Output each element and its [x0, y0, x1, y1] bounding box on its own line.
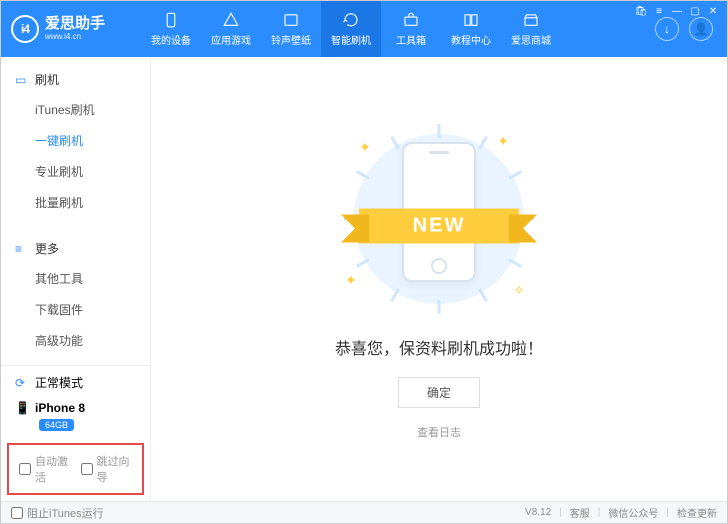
check-update-link[interactable]: 检查更新: [677, 505, 717, 520]
device-info[interactable]: 📱 iPhone 8 64GB: [1, 399, 150, 439]
sidebar-item-download-fw[interactable]: 下载固件: [1, 294, 150, 325]
flash-icon: ▭: [15, 73, 29, 87]
cart-icon[interactable]: 🛍: [634, 4, 648, 18]
skip-wizard-checkbox[interactable]: 跳过向导: [81, 453, 133, 485]
sidebar-item-oneclick-flash[interactable]: 一键刷机: [1, 125, 150, 156]
main-content: NEW ✦ ✦ ✦ ✧ 恭喜您，保资料刷机成功啦！ 确定 查看日志: [151, 57, 727, 501]
block-itunes-checkbox[interactable]: 阻止iTunes运行: [11, 505, 104, 521]
nav-flash[interactable]: 智能刷机: [321, 1, 381, 57]
phone-icon: [162, 11, 180, 29]
brand-url: www.i4.cn: [45, 33, 105, 42]
more-icon: ≡: [15, 242, 29, 256]
nav-ringtones[interactable]: 铃声壁纸: [261, 1, 321, 57]
app-header: i4 爱思助手 www.i4.cn 我的设备 应用游戏 铃声壁纸 智能刷机 工具…: [1, 1, 727, 57]
flash-options-highlight: 自动激活 跳过向导: [7, 443, 144, 495]
ok-button[interactable]: 确定: [398, 377, 480, 408]
nav-toolbox[interactable]: 工具箱: [381, 1, 441, 57]
nav-my-device[interactable]: 我的设备: [141, 1, 201, 57]
sidebar-item-itunes-flash[interactable]: iTunes刷机: [1, 94, 150, 125]
brand: i4 爱思助手 www.i4.cn: [11, 15, 141, 43]
sidebar-section-flash[interactable]: ▭ 刷机: [1, 65, 150, 94]
nav-store[interactable]: 爱思商城: [501, 1, 561, 57]
close-icon[interactable]: ✕: [706, 4, 720, 18]
minimize-icon[interactable]: —: [670, 4, 684, 18]
sync-icon: ⟳: [15, 376, 29, 390]
toolbox-icon: [402, 11, 420, 29]
apps-icon: [222, 11, 240, 29]
support-link[interactable]: 客服: [570, 505, 590, 520]
status-bar: 阻止iTunes运行 V8.12 | 客服 | 微信公众号 | 检查更新: [1, 501, 727, 523]
logo-icon: i4: [11, 15, 39, 43]
sidebar-section-more[interactable]: ≡ 更多: [1, 234, 150, 263]
maximize-icon[interactable]: ▢: [688, 4, 702, 18]
brand-name: 爱思助手: [45, 16, 105, 33]
sidebar: ▭ 刷机 iTunes刷机 一键刷机 专业刷机 批量刷机 ≡ 更多 其他工具 下…: [1, 57, 151, 501]
top-nav: 我的设备 应用游戏 铃声壁纸 智能刷机 工具箱 教程中心 爱思商城: [141, 1, 561, 57]
device-icon: 📱: [15, 401, 29, 415]
view-log-link[interactable]: 查看日志: [417, 424, 461, 440]
storage-badge: 64GB: [39, 419, 74, 431]
sidebar-item-advanced[interactable]: 高级功能: [1, 325, 150, 356]
menu-icon[interactable]: ≡: [652, 4, 666, 18]
window-controls: 🛍 ≡ — ▢ ✕: [634, 4, 720, 18]
refresh-icon: [342, 11, 360, 29]
download-icon[interactable]: ↓: [655, 17, 679, 41]
device-mode[interactable]: ⟳ 正常模式: [1, 365, 150, 399]
success-illustration: NEW ✦ ✦ ✦ ✧: [329, 119, 549, 319]
sidebar-item-batch-flash[interactable]: 批量刷机: [1, 187, 150, 218]
image-icon: [282, 11, 300, 29]
nav-apps[interactable]: 应用游戏: [201, 1, 261, 57]
store-icon: [522, 11, 540, 29]
version-label: V8.12: [525, 507, 551, 518]
nav-tutorials[interactable]: 教程中心: [441, 1, 501, 57]
user-icon[interactable]: 👤: [689, 17, 713, 41]
success-message: 恭喜您，保资料刷机成功啦！: [335, 335, 543, 359]
wechat-link[interactable]: 微信公众号: [608, 505, 658, 520]
auto-activate-checkbox[interactable]: 自动激活: [19, 453, 71, 485]
new-ribbon: NEW: [359, 208, 519, 243]
sidebar-item-pro-flash[interactable]: 专业刷机: [1, 156, 150, 187]
sidebar-item-other-tools[interactable]: 其他工具: [1, 263, 150, 294]
book-icon: [462, 11, 480, 29]
